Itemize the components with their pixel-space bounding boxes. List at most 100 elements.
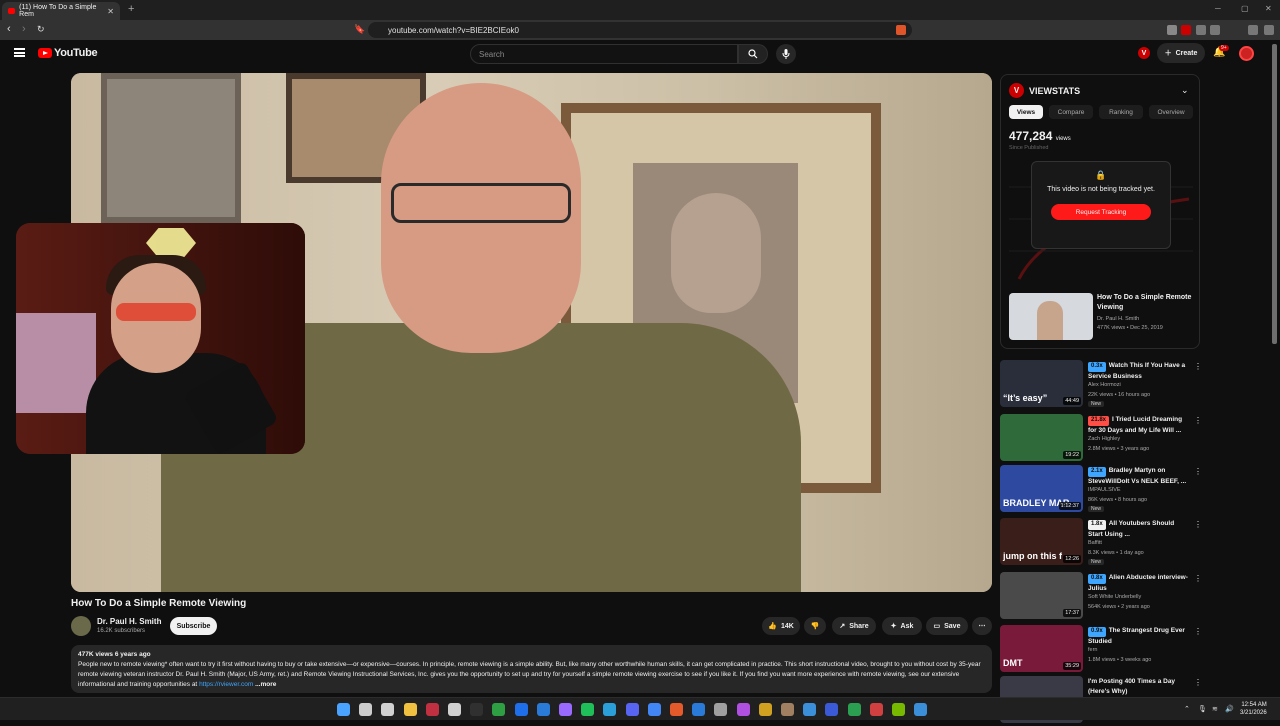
- search-input[interactable]: Search: [470, 44, 738, 64]
- system-clock[interactable]: 12:54 AM 3/21/2026: [1240, 701, 1267, 717]
- taskbar-app-icon[interactable]: [403, 703, 417, 716]
- url-field[interactable]: youtube.com/watch?v=BIE2BCIEok0: [368, 22, 912, 38]
- collapse-chevron-icon[interactable]: ⌄: [1181, 85, 1189, 96]
- recommendation-channel[interactable]: Soft White Underbelly: [1088, 594, 1141, 600]
- taskbar-app-icon[interactable]: [892, 703, 905, 716]
- taskbar-app-icon[interactable]: [470, 703, 484, 716]
- recommendation-title[interactable]: 0.9x The Strangest Drug Ever Studied: [1088, 626, 1188, 646]
- taskbar-app-icon[interactable]: [536, 703, 550, 716]
- taskbar-app-icon[interactable]: [425, 703, 439, 716]
- more-options-icon[interactable]: ⋮: [1194, 416, 1202, 425]
- recommendation-item[interactable]: DMT 35:29 0.9x The Strangest Drug Ever Stud…: [1000, 625, 1202, 675]
- tab-overview[interactable]: Overview: [1149, 105, 1193, 119]
- forward-icon[interactable]: ›: [22, 23, 26, 35]
- taskbar-app-icon[interactable]: [625, 703, 639, 716]
- tab-views[interactable]: Views: [1009, 105, 1043, 119]
- more-options-icon[interactable]: ⋮: [1194, 467, 1202, 476]
- more-actions-button[interactable]: ⋯: [972, 617, 992, 635]
- youtube-logo-text[interactable]: YouTube: [54, 47, 98, 59]
- channel-avatar[interactable]: [71, 616, 91, 636]
- taskbar-app-icon[interactable]: [914, 703, 928, 716]
- show-more-link[interactable]: ...more: [255, 681, 276, 688]
- taskbar-app-icon[interactable]: [492, 703, 506, 716]
- taskbar-app-icon[interactable]: [514, 703, 528, 716]
- recommendation-channel[interactable]: Zach Highley: [1088, 436, 1120, 442]
- taskbar-app-icon[interactable]: [581, 703, 595, 716]
- recommendation-channel[interactable]: fern: [1088, 647, 1097, 653]
- more-options-icon[interactable]: ⋮: [1194, 520, 1202, 529]
- tab-ranking[interactable]: Ranking: [1099, 105, 1143, 119]
- recommendation-thumbnail[interactable]: 17:37: [1000, 572, 1083, 619]
- volume-icon[interactable]: 🔊: [1225, 705, 1234, 713]
- recommendation-item[interactable]: BRADLEY MAR 1:12:37 2.1x Bradley Martyn on …: [1000, 465, 1202, 515]
- minimize-icon[interactable]: ─: [1215, 4, 1221, 13]
- reload-icon[interactable]: ↻: [37, 24, 45, 35]
- taskbar-app-icon[interactable]: [869, 703, 883, 716]
- recommendation-title[interactable]: 21.8x I Tried Lucid Dreaming for 30 Days …: [1088, 415, 1188, 435]
- taskbar-app-icon[interactable]: [647, 703, 661, 716]
- taskbar-app-icon[interactable]: [825, 703, 839, 716]
- viewstats-video-title[interactable]: How To Do a Simple Remote Viewing: [1097, 293, 1193, 313]
- taskbar-app-icon[interactable]: [714, 703, 728, 716]
- recommendation-thumbnail[interactable]: “It’s easy” 44:49: [1000, 360, 1083, 407]
- recommendation-item[interactable]: “It’s easy” 44:49 0.3x Watch This If You Ha…: [1000, 360, 1202, 410]
- request-tracking-button[interactable]: Request Tracking: [1051, 204, 1151, 220]
- menu-icon[interactable]: [1264, 25, 1274, 35]
- taskbar-app-icon[interactable]: [758, 703, 772, 716]
- save-button[interactable]: ▭ Save: [926, 617, 968, 635]
- taskbar-app-icon[interactable]: [603, 703, 617, 716]
- bookmark-icon[interactable]: 🔖: [354, 24, 365, 35]
- viewstats-extension-icon[interactable]: [1181, 25, 1191, 35]
- description-box[interactable]: 477K views 6 years ago People new to rem…: [71, 645, 992, 693]
- browser-tab[interactable]: (11) How To Do a Simple Rem ✕: [2, 2, 120, 20]
- recommendation-channel[interactable]: Baffitt: [1088, 540, 1102, 546]
- extension-icon[interactable]: [1196, 25, 1206, 35]
- taskbar-app-icon[interactable]: [670, 703, 683, 716]
- start-menu-icon[interactable]: [337, 703, 350, 716]
- page-scrollbar[interactable]: [1272, 44, 1277, 344]
- viewstats-video-thumbnail[interactable]: [1009, 293, 1093, 340]
- recommendation-thumbnail[interactable]: DMT 35:29: [1000, 625, 1083, 672]
- extension-icon[interactable]: [1210, 25, 1220, 35]
- subscribe-button[interactable]: Subscribe: [170, 617, 217, 635]
- more-options-icon[interactable]: ⋮: [1194, 362, 1202, 371]
- new-tab-button[interactable]: +: [128, 3, 134, 15]
- tab-close-icon[interactable]: ✕: [107, 7, 114, 16]
- taskbar-app-icon[interactable]: [381, 703, 395, 716]
- search-button[interactable]: [738, 44, 768, 64]
- description-link[interactable]: https://rviewer.com: [199, 681, 253, 688]
- viewstats-header-icon[interactable]: V: [1138, 47, 1150, 59]
- recommendation-title[interactable]: 0.8x Alien Abductee interview-Julius: [1088, 573, 1188, 593]
- brave-shield-icon[interactable]: [896, 25, 906, 35]
- taskbar-app-icon[interactable]: [736, 703, 750, 716]
- close-window-icon[interactable]: ✕: [1265, 4, 1272, 13]
- taskbar-app-icon[interactable]: [781, 703, 794, 716]
- recommendation-thumbnail[interactable]: jump on this f 12:26: [1000, 518, 1083, 565]
- dislike-button[interactable]: 👎: [804, 617, 826, 635]
- recommendation-title[interactable]: 1.8x All Youtubers Should Start Using ...: [1088, 519, 1188, 539]
- taskbar-app-icon[interactable]: [847, 703, 861, 716]
- like-button[interactable]: 👍 14K: [762, 617, 800, 635]
- back-icon[interactable]: ‹: [7, 23, 11, 35]
- tray-chevron-icon[interactable]: ⌃: [1184, 705, 1190, 713]
- share-button[interactable]: ↗ Share: [832, 617, 876, 635]
- recommendation-title[interactable]: I'm Posting 400 Times a Day (Here's Why): [1088, 677, 1188, 696]
- taskbar-app-icon[interactable]: [692, 703, 706, 716]
- tab-compare[interactable]: Compare: [1049, 105, 1093, 119]
- taskbar-app-icon[interactable]: [448, 703, 461, 716]
- extension-icon[interactable]: [1167, 25, 1177, 35]
- recommendation-channel[interactable]: IMPAULSIVE: [1088, 487, 1121, 493]
- maximize-icon[interactable]: ▢: [1241, 4, 1249, 13]
- ask-button[interactable]: ✦ Ask: [882, 617, 922, 635]
- recommendation-thumbnail[interactable]: BRADLEY MAR 1:12:37: [1000, 465, 1083, 512]
- recommendation-thumbnail[interactable]: 19:22: [1000, 414, 1083, 461]
- recommendation-item[interactable]: jump on this f 12:26 1.8x All Youtubers Sho…: [1000, 518, 1202, 568]
- more-options-icon[interactable]: ⋮: [1194, 574, 1202, 583]
- create-button[interactable]: ＋ Create: [1157, 43, 1205, 63]
- recommendation-title[interactable]: 2.1x Bradley Martyn on SteveWillDoIt Vs N…: [1088, 466, 1188, 486]
- taskbar-app-icon[interactable]: [359, 703, 373, 716]
- hamburger-menu-icon[interactable]: [14, 48, 25, 57]
- taskbar-app-icon[interactable]: [803, 703, 817, 716]
- taskbar-app-icon[interactable]: [559, 703, 572, 716]
- account-avatar[interactable]: [1239, 46, 1254, 61]
